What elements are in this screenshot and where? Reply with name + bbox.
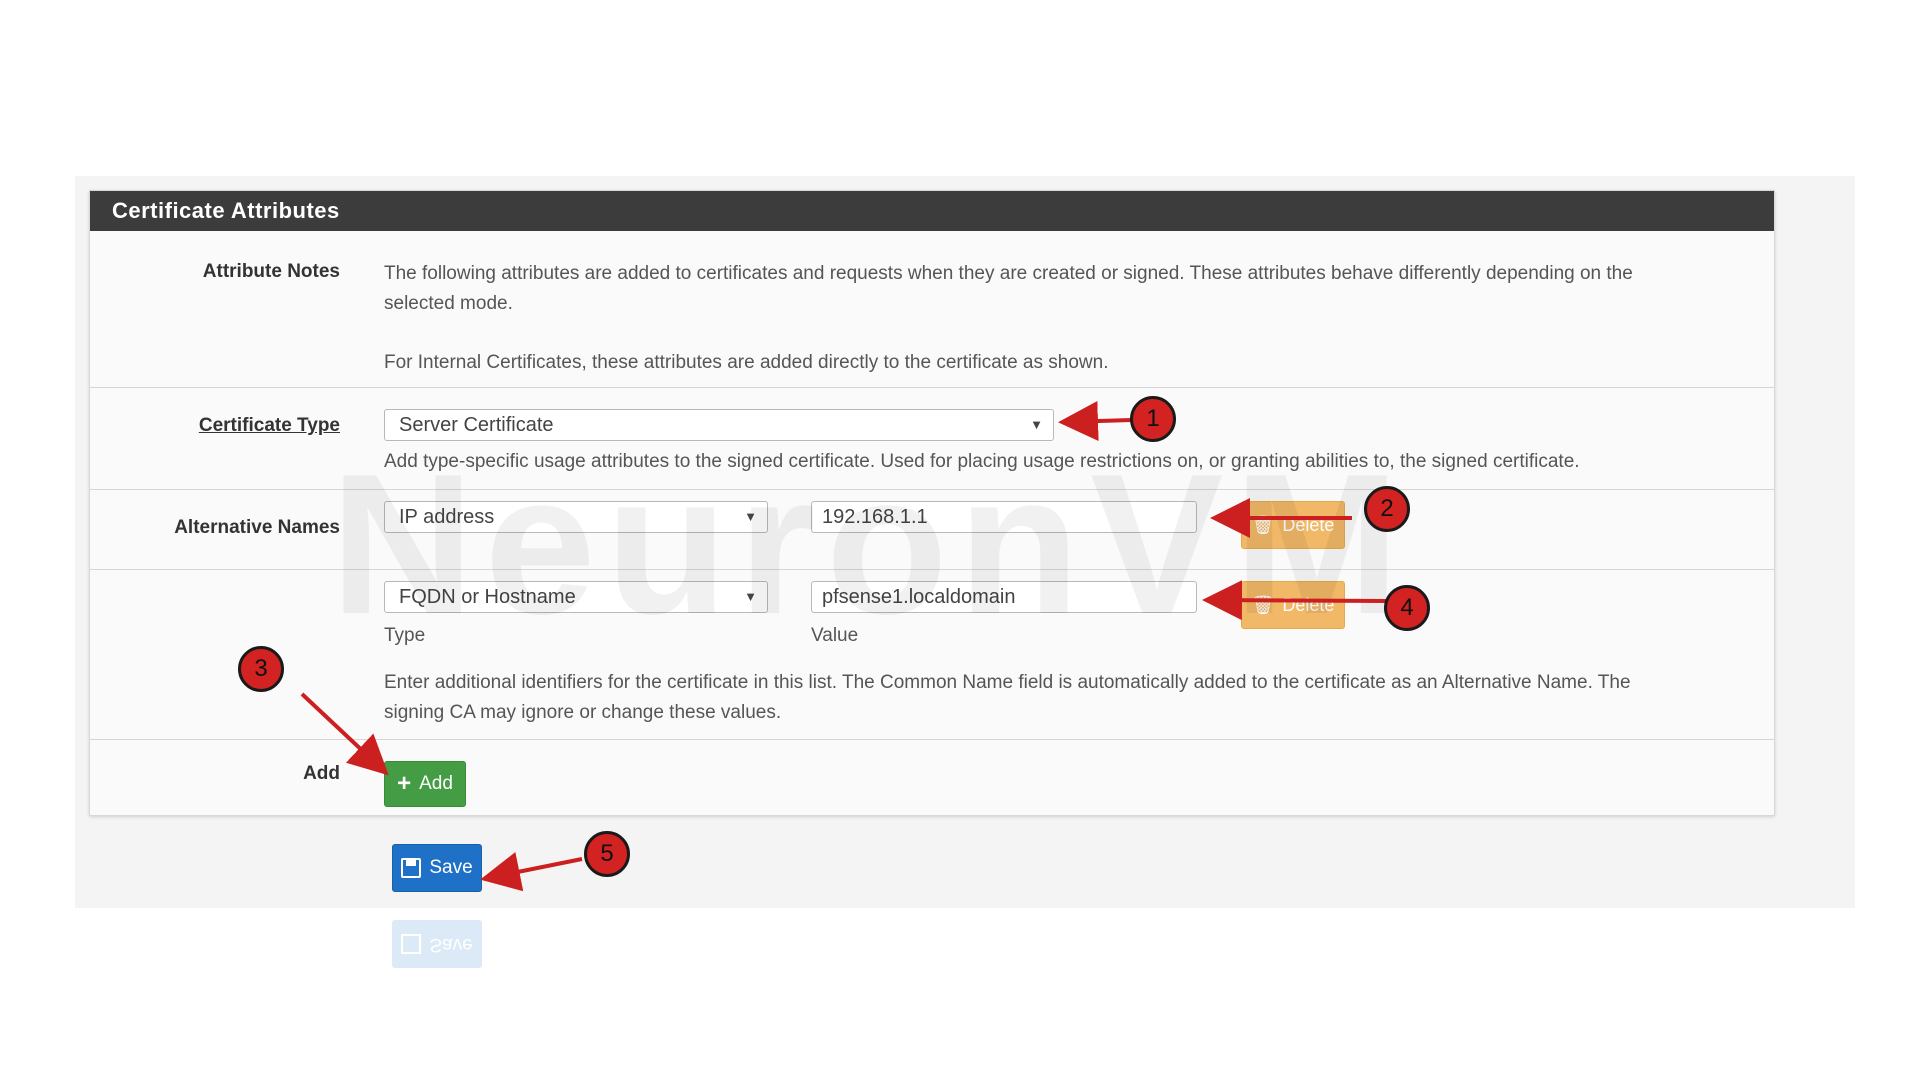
attribute-notes-line1: The following attributes are added to ce… bbox=[384, 263, 1633, 284]
add-button[interactable]: + Add bbox=[384, 761, 466, 807]
caret-down-icon: ▼ bbox=[1030, 417, 1043, 432]
save-button[interactable]: Save bbox=[392, 844, 482, 892]
callout-5: 5 bbox=[584, 831, 630, 877]
floppy-disk-icon bbox=[401, 934, 422, 954]
row-divider bbox=[90, 739, 1774, 740]
certificate-type-label[interactable]: Certificate Type bbox=[90, 415, 340, 437]
certificate-type-value: Server Certificate bbox=[399, 414, 554, 436]
certificate-type-select[interactable]: Server Certificate ▼ bbox=[384, 409, 1054, 441]
floppy-disk-icon bbox=[401, 858, 422, 878]
save-button-reflection: Save bbox=[392, 920, 482, 968]
attribute-notes-line2: selected mode. bbox=[384, 293, 513, 314]
attribute-notes-line3: For Internal Certificates, these attribu… bbox=[384, 352, 1109, 373]
save-reflection-label: Save bbox=[429, 934, 473, 955]
callout-1: 1 bbox=[1130, 396, 1176, 442]
add-label: Add bbox=[303, 763, 340, 784]
add-button-label: Add bbox=[419, 773, 453, 794]
screenshot-stage: Certificate Attributes Attribute Notes T… bbox=[0, 0, 1920, 1080]
save-button-label: Save bbox=[429, 857, 473, 878]
attribute-notes-label: Attribute Notes bbox=[202, 261, 340, 282]
callout-3: 3 bbox=[238, 646, 284, 692]
panel-title: Certificate Attributes bbox=[90, 191, 1774, 231]
callout-4: 4 bbox=[1384, 585, 1430, 631]
alternative-names-help-line2: signing CA may ignore or change these va… bbox=[384, 702, 782, 723]
row-divider bbox=[90, 387, 1774, 388]
callout-2: 2 bbox=[1364, 486, 1410, 532]
plus-icon: + bbox=[397, 770, 412, 797]
alternative-names-help-line1: Enter additional identifiers for the cer… bbox=[384, 672, 1631, 693]
alternative-names-label: Alternative Names bbox=[174, 517, 340, 538]
